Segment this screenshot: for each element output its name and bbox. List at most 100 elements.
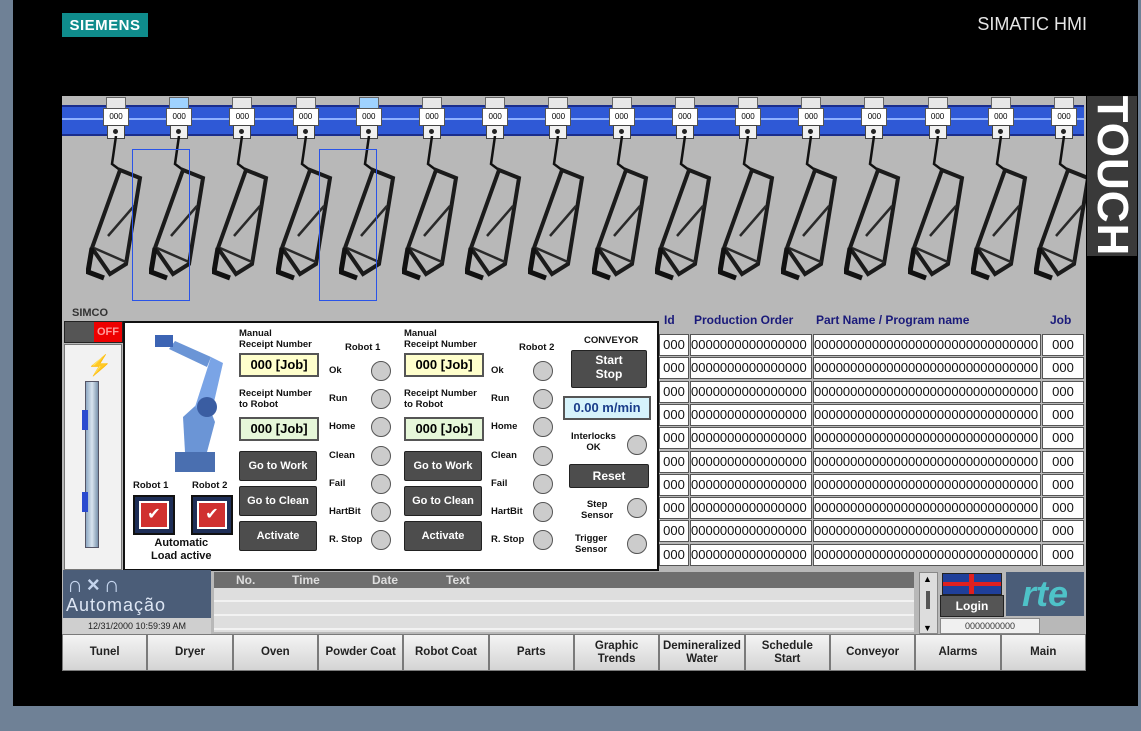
conveyor-hook[interactable]: 000: [844, 96, 904, 296]
selected-part-frame-5[interactable]: [319, 149, 377, 301]
table-cell[interactable]: 0000000000000000: [690, 450, 812, 473]
nav-button-parts[interactable]: Parts: [488, 634, 574, 671]
conveyor-hook[interactable]: 000: [1034, 96, 1086, 296]
scroll-up-icon[interactable]: ▲: [923, 574, 932, 584]
table-cell[interactable]: 0000000000000000000000000000000: [813, 497, 1041, 520]
status-label-ok: Ok: [491, 365, 504, 376]
table-cell[interactable]: 000: [1042, 497, 1084, 520]
nav-button-main[interactable]: Main: [1000, 634, 1086, 671]
table-cell[interactable]: 0000000000000000000000000000000: [813, 403, 1041, 426]
selected-part-frame-2[interactable]: [132, 149, 190, 301]
table-cell[interactable]: 0000000000000000: [690, 357, 812, 380]
login-button[interactable]: Login: [940, 595, 1004, 617]
conveyor-hook[interactable]: 000: [212, 96, 272, 296]
simco-toggle[interactable]: OFF: [64, 321, 123, 343]
table-cell[interactable]: 000: [659, 473, 689, 496]
table-cell[interactable]: 0000000000000000000000000000000: [813, 520, 1041, 543]
nav-button-oven[interactable]: Oven: [232, 634, 318, 671]
hook-number: 000: [671, 108, 698, 126]
status-lamp: [371, 502, 391, 522]
table-cell[interactable]: 0000000000000000000000000000000: [813, 473, 1041, 496]
robot2-activate-button[interactable]: Activate: [404, 521, 482, 551]
table-cell[interactable]: 000: [1042, 380, 1084, 403]
conveyor-hook[interactable]: 000: [465, 96, 525, 296]
simco-label: SIMCO: [72, 307, 109, 319]
table-cell[interactable]: 000: [659, 380, 689, 403]
table-cell[interactable]: 000: [1042, 450, 1084, 473]
table-cell[interactable]: 0000000000000000000000000000000: [813, 427, 1041, 450]
nav-button-conveyor[interactable]: Conveyor: [829, 634, 916, 671]
scroll-down-icon[interactable]: ▼: [923, 623, 932, 633]
table-cell[interactable]: 000: [1042, 473, 1084, 496]
table-cell[interactable]: 000: [1042, 543, 1084, 566]
nav-button-powder-coat[interactable]: Powder Coat: [317, 634, 404, 671]
scroll-thumb[interactable]: [926, 591, 930, 609]
robot1-go-to-clean-button[interactable]: Go to Clean: [239, 486, 317, 516]
table-cell[interactable]: 0000000000000000: [690, 543, 812, 566]
table-cell[interactable]: 000: [1042, 403, 1084, 426]
table-cell[interactable]: 000: [1042, 334, 1084, 356]
table-cell[interactable]: 000: [659, 403, 689, 426]
table-cell[interactable]: 000: [1042, 357, 1084, 380]
conveyor-reset-button[interactable]: Reset: [569, 464, 649, 488]
trigger-sensor-lamp: [627, 534, 647, 554]
trigger-sensor-label: Trigger Sensor: [575, 533, 608, 555]
nav-button-alarms[interactable]: Alarms: [915, 634, 1001, 671]
table-cell[interactable]: 0000000000000000: [690, 473, 812, 496]
robot1-go-to-work-button[interactable]: Go to Work: [239, 451, 317, 481]
table-cell[interactable]: 0000000000000000: [690, 334, 812, 356]
status-label-fail: Fail: [329, 477, 346, 489]
table-cell[interactable]: 000: [659, 520, 689, 543]
table-cell[interactable]: 0000000000000000: [690, 520, 812, 543]
table-cell[interactable]: 000: [1042, 427, 1084, 450]
robot2-go-to-clean-button[interactable]: Go to Clean: [404, 486, 482, 516]
alarm-list[interactable]: [214, 588, 914, 632]
robot1-status-title: Robot 1: [345, 342, 381, 353]
table-cell[interactable]: 0000000000000000000000000000000: [813, 334, 1041, 356]
table-cell[interactable]: 0000000000000000: [690, 427, 812, 450]
language-uk-flag-icon[interactable]: [942, 573, 1002, 595]
table-cell[interactable]: 000: [659, 450, 689, 473]
nav-button-graphic-trends[interactable]: Graphic Trends: [573, 634, 660, 671]
robot1-checkbox[interactable]: ✔: [133, 495, 175, 535]
table-cell[interactable]: 0000000000000000: [690, 497, 812, 520]
table-cell[interactable]: 000: [1042, 520, 1084, 543]
table-cell[interactable]: 000: [659, 357, 689, 380]
table-cell[interactable]: 0000000000000000000000000000000: [813, 380, 1041, 403]
robot2-manual-receipt-input[interactable]: 000 [Job]: [404, 353, 484, 377]
table-cell[interactable]: 0000000000000000: [690, 380, 812, 403]
conveyor-start-stop-button[interactable]: Start Stop: [571, 350, 647, 388]
status-label-run: Run: [329, 393, 348, 405]
status-lamp: [533, 389, 553, 410]
conveyor-hook[interactable]: 000: [781, 96, 841, 296]
status-label-rstop: R. Stop: [329, 534, 363, 546]
table-cell[interactable]: 0000000000000000000000000000000: [813, 543, 1041, 566]
conveyor-hook[interactable]: 000: [402, 96, 462, 296]
table-cell[interactable]: 000: [659, 543, 689, 566]
nav-button-demineralized-water[interactable]: Demineralized Water: [659, 634, 745, 671]
conveyor-hook[interactable]: 000: [528, 96, 588, 296]
nav-button-tunel[interactable]: Tunel: [62, 634, 148, 671]
conveyor-hook[interactable]: 000: [654, 96, 715, 296]
conveyor-hook[interactable]: 000: [718, 96, 778, 296]
table-cell[interactable]: 000: [659, 334, 689, 356]
table-cell[interactable]: 000: [659, 497, 689, 520]
ionizer-bar: [82, 381, 99, 548]
alarm-scrollbar[interactable]: ▲ ▼: [919, 572, 938, 634]
conveyor-hook[interactable]: 000: [591, 96, 652, 296]
table-cell[interactable]: 0000000000000000000000000000000: [813, 450, 1041, 473]
table-cell[interactable]: 0000000000000000: [690, 403, 812, 426]
conveyor-hook[interactable]: 000: [907, 96, 968, 296]
robot1-manual-receipt-input[interactable]: 000 [Job]: [239, 353, 319, 377]
status-lamp: [533, 530, 553, 551]
conveyor-hook[interactable]: 000: [970, 96, 1031, 296]
hook-number: 000: [924, 108, 951, 126]
table-cell[interactable]: 0000000000000000000000000000000: [813, 357, 1041, 380]
robot2-go-to-work-button[interactable]: Go to Work: [404, 451, 482, 481]
nav-button-robot-coat[interactable]: Robot Coat: [403, 634, 489, 671]
nav-button-schedule-start[interactable]: Schedule Start: [744, 634, 830, 671]
nav-button-dryer[interactable]: Dryer: [147, 634, 233, 671]
table-cell[interactable]: 000: [659, 427, 689, 450]
robot1-activate-button[interactable]: Activate: [239, 521, 317, 551]
robot2-checkbox[interactable]: ✔: [191, 495, 233, 535]
